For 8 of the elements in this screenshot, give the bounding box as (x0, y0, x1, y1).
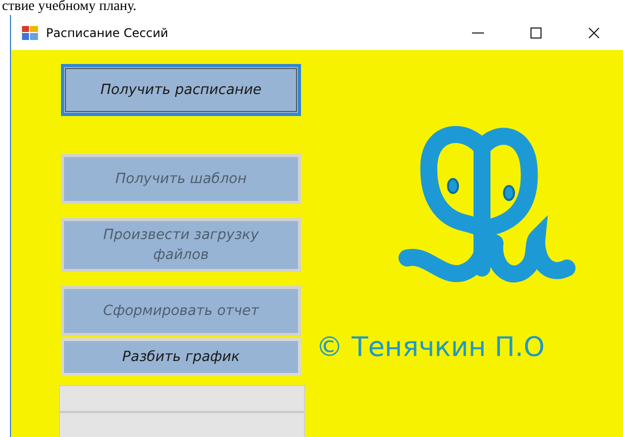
action-button[interactable]: Получить расписание (61, 64, 301, 116)
app-icon (22, 26, 38, 40)
window-title: Расписание Сессий (46, 26, 170, 40)
action-button[interactable]: Разбить график (61, 338, 301, 376)
maximize-icon[interactable] (530, 26, 542, 38)
close-icon[interactable] (588, 26, 600, 38)
document-text: ствие учебному плану. (1, 0, 138, 15)
copyright-text: © Тенячкин П.О (316, 332, 545, 363)
